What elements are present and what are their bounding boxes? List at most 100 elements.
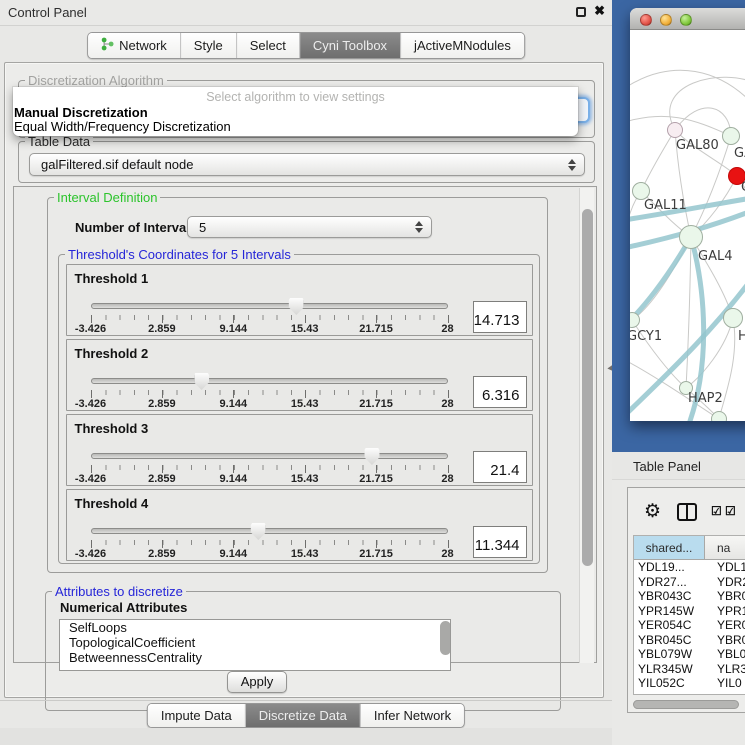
close-icon[interactable]: ✖ [594,3,605,19]
bottom-filler [0,728,612,745]
tab-style-label: Style [194,38,223,53]
checkbox-icon[interactable]: ☑ [711,504,721,518]
number-of-intervals-combobox[interactable]: 5 [187,216,432,238]
table-horizontal-scrollbar[interactable] [633,700,745,710]
tick-label: 28 [441,398,453,410]
tab-discretize-data[interactable]: Discretize Data [245,704,360,727]
cell-shared-name: YIL052C [634,676,705,691]
algorithm-dropdown-popup: Select algorithm to view settings Manual… [13,87,578,136]
table-row[interactable]: YBL079W YBL0 [634,647,745,662]
attributes-list-scrollbar[interactable] [440,621,451,655]
popup-hint: Select algorithm to view settings [13,90,578,104]
control-panel-titlebar: Control Panel ✖ [0,0,612,26]
table-data-combobox[interactable]: galFiltered.sif default node [29,153,585,176]
table-toolbar: ⚙ ☑ ☑ [628,488,745,535]
table-panel-strip: Table Panel [612,452,745,480]
combo-arrows-icon [568,159,576,171]
minimize-traffic-light[interactable] [660,14,672,26]
threshold-slider[interactable] [91,453,448,459]
column-header-name[interactable]: na [705,536,745,559]
tab-jactivemnodules[interactable]: jActiveMNodules [400,33,524,58]
table-rows: YDL19... YDL1 YDR27... YDR2 YBR043C YBR0… [634,560,745,694]
group-interval-definition: Interval Definition Number of Intervals … [47,197,548,573]
numerical-attributes-list[interactable]: SelfLoopsTopologicalCoefficientBetweenne… [59,619,451,671]
viewport-scrollbar-thumb[interactable] [582,209,593,566]
table-horizontal-scrollbar-thumb[interactable] [633,700,739,709]
attribute-list-item[interactable]: BetweennessCentrality [60,650,450,665]
threshold-slider[interactable] [91,303,448,309]
tick-label: 28 [441,323,453,335]
gear-icon[interactable]: ⚙ [644,500,661,523]
threshold-label: Threshold 2 [75,346,149,361]
network-node-label: GCY1 [630,329,662,344]
tick-label: 9.144 [220,398,248,410]
threshold-value[interactable] [473,526,527,558]
slider-thumb[interactable] [289,298,304,315]
tab-select[interactable]: Select [236,33,299,58]
viewport-scrollbar[interactable] [579,188,594,663]
cell-shared-name: YER054C [634,618,705,633]
column-header-shared-name[interactable]: shared... [634,536,705,559]
network-node[interactable] [722,127,740,145]
threshold-value[interactable] [473,451,527,483]
slider-thumb[interactable] [364,448,379,465]
popup-option-manual-discretization[interactable]: Manual Discretization [14,105,148,120]
tick-label: -3.426 [75,398,106,410]
table-row[interactable]: YBR045C YBR0 [634,633,745,648]
bottom-tab-bar: Impute Data Discretize Data Infer Networ… [147,703,465,728]
cell-shared-name: YBR045C [634,633,705,648]
table-row[interactable]: YER054C YER0 [634,618,745,633]
network-node[interactable] [679,225,703,249]
tab-cyni-toolbox[interactable]: Cyni Toolbox [299,33,400,58]
network-node[interactable] [711,411,727,421]
table-row[interactable]: YBR043C YBR0 [634,589,745,604]
table-row[interactable]: YLR345W YLR3 [634,662,745,677]
tab-jactivemnodules-label: jActiveMNodules [414,38,511,53]
float-window-icon[interactable] [576,7,586,17]
network-node[interactable] [723,308,743,328]
tab-infer-network[interactable]: Infer Network [360,704,464,727]
tab-style[interactable]: Style [180,33,236,58]
group-table-data-label: Table Data [25,134,93,149]
apply-button[interactable]: Apply [227,671,287,693]
threshold-value[interactable] [473,376,527,408]
tab-network[interactable]: Network [88,33,180,58]
tick-label: 2.859 [148,548,176,560]
tick-label: 21.715 [359,548,393,560]
tick-label: 2.859 [148,323,176,335]
cell-shared-name: YDL19... [634,560,705,575]
network-node-label: HAP2 [688,391,723,406]
split-columns-icon[interactable] [677,503,697,521]
network-canvas[interactable]: GAL80GACGAL11GAL4GCY1HHAP2 [630,30,745,421]
cell-name: YLR3 [705,662,745,677]
attribute-list-item[interactable]: SelfLoops [60,620,450,635]
network-window-titlebar[interactable] [630,8,745,30]
network-node-label: GA [734,146,745,161]
threshold-panel: Threshold 2 -3.4262.8599.14415.4321.7152… [66,339,533,411]
group-attributes-label: Attributes to discretize [52,584,186,599]
checkbox-icon[interactable]: ☑ [725,504,735,518]
settings-scroll-viewport: Interval Definition Number of Intervals … [13,186,597,663]
tick-labels: -3.4262.8599.14415.4321.71528 [91,321,448,333]
zoom-traffic-light[interactable] [680,14,692,26]
tab-impute-data-label: Impute Data [161,708,232,723]
network-node-label: C [741,180,745,195]
threshold-slider[interactable] [91,528,448,534]
desktop-background: GAL80GACGAL11GAL4GCY1HHAP2 [612,0,745,455]
tab-impute-data[interactable]: Impute Data [148,704,245,727]
table-row[interactable]: YDL19... YDL1 [634,560,745,575]
threshold-value[interactable] [473,301,527,333]
close-traffic-light[interactable] [640,14,652,26]
slider-thumb[interactable] [251,523,266,540]
tab-select-label: Select [250,38,286,53]
slider-thumb[interactable] [194,373,209,390]
table-row[interactable]: YPR145W YPR1 [634,604,745,619]
popup-option-equal-width-frequency[interactable]: Equal Width/Frequency Discretization [14,119,231,134]
table-row[interactable]: YIL052C YIL0 [634,676,745,691]
threshold-slider[interactable] [91,378,448,384]
cell-name: YDL1 [705,560,745,575]
network-node[interactable] [667,122,683,138]
attribute-list-item[interactable]: TopologicalCoefficient [60,635,450,650]
table-row[interactable]: YDR27... YDR2 [634,575,745,590]
tick-label: 15.43 [291,323,319,335]
